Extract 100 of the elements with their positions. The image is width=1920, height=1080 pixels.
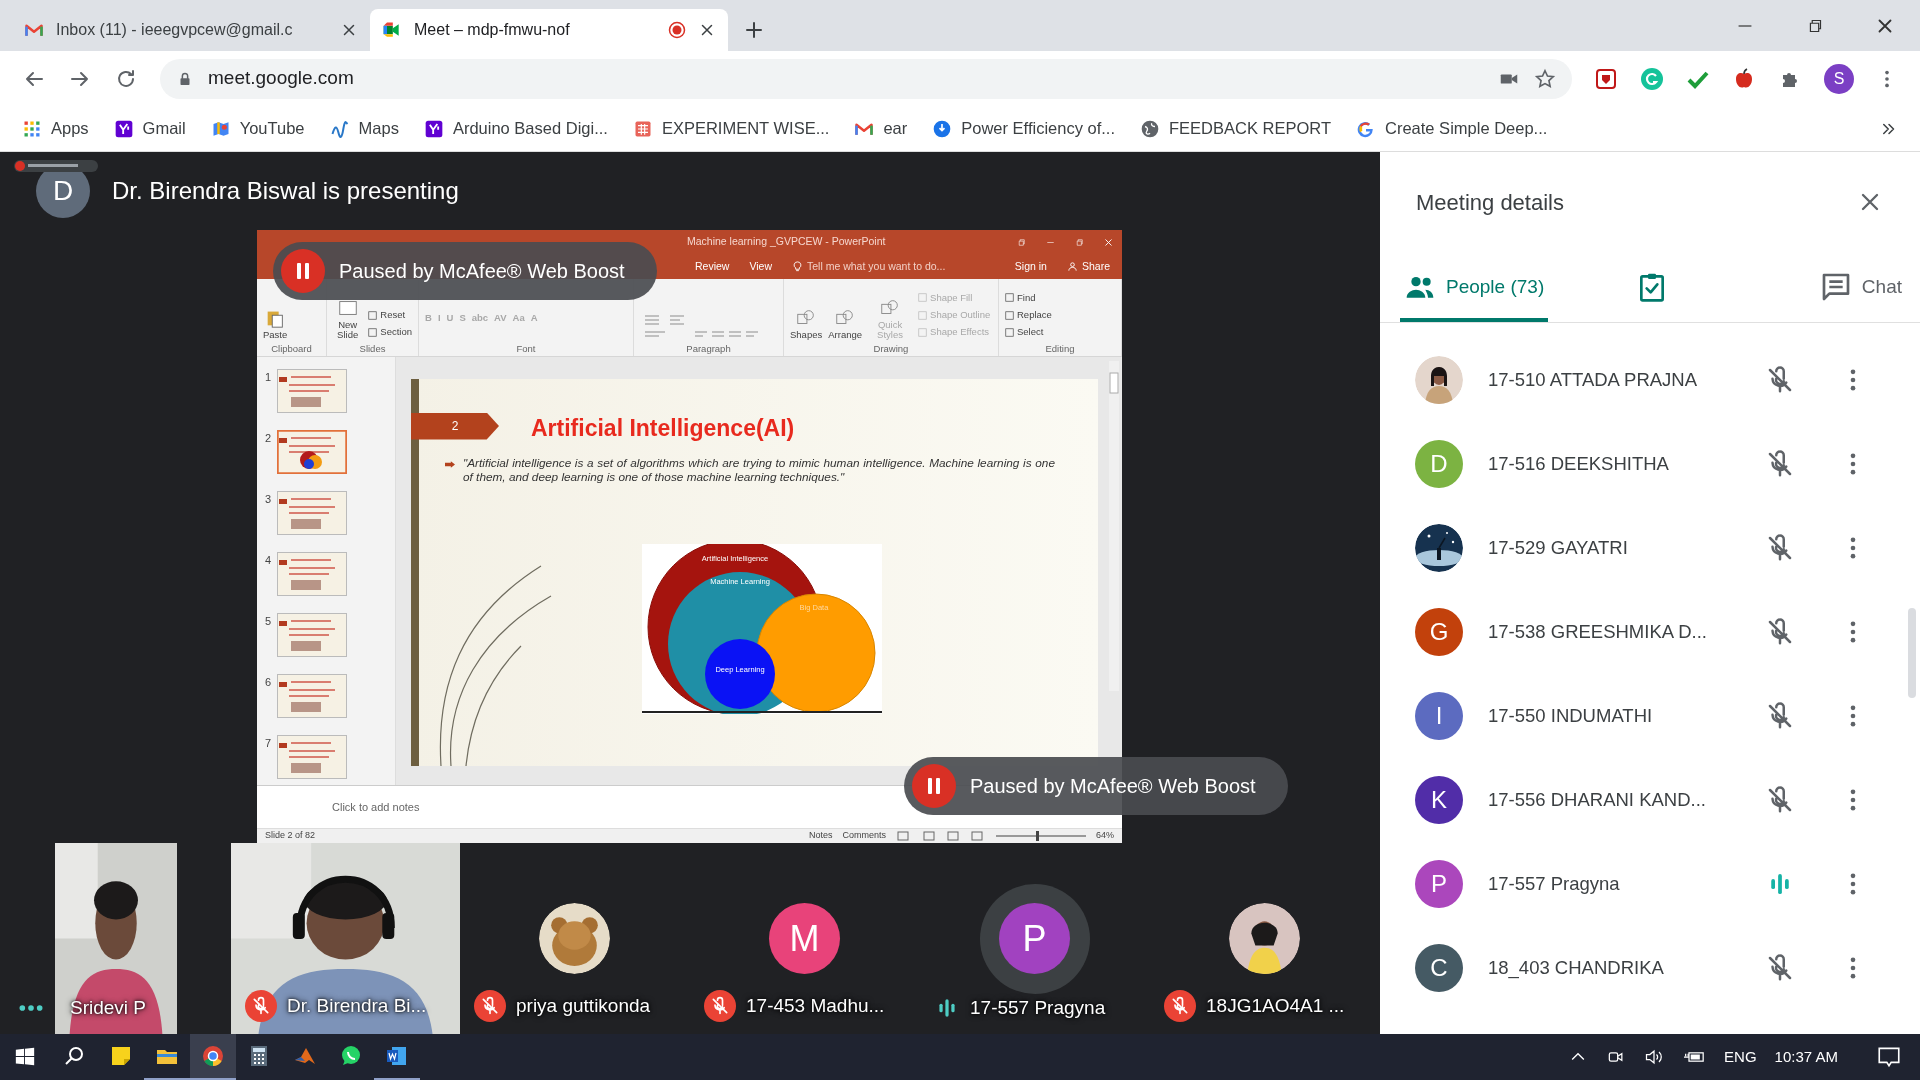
- bookmark-link[interactable]: Create Simple Deep...: [1385, 116, 1548, 141]
- bookmark-link[interactable]: EXPERIMENT WISE...: [661, 116, 830, 141]
- participant-avatar: G: [1415, 608, 1463, 656]
- ribbon-tab[interactable]: View: [749, 258, 772, 275]
- presenting-label: Dr. Birendra Biswal is presenting: [112, 176, 459, 206]
- bookmark-link[interactable]: Arduino Based Digi...: [452, 116, 608, 141]
- speaker-icon[interactable]: [1644, 1047, 1665, 1067]
- participant-name: 17-557 Pragyna: [1488, 872, 1621, 897]
- window-title: Machine learning _GVPCEW - PowerPoint: [687, 234, 886, 250]
- slide-number: 3: [265, 491, 272, 507]
- slide-thumbnail[interactable]: [277, 734, 348, 779]
- participant-name: 18JG1AO4A1 ...: [1206, 993, 1345, 1018]
- participant-avatar: C: [1415, 944, 1463, 992]
- ribbon-button[interactable]: Select: [1005, 325, 1052, 340]
- participant-avatar: D: [1415, 440, 1463, 488]
- address-bar[interactable]: meet.google.com: [160, 58, 1572, 99]
- ribbon-button[interactable]: Find: [1005, 290, 1052, 305]
- bookmark-link[interactable]: Apps: [51, 116, 89, 141]
- panel-tab[interactable]: Chat: [1815, 252, 1906, 322]
- participant-avatar: P: [1415, 860, 1463, 908]
- bookmark-icon: [932, 118, 953, 139]
- bookmark-link[interactable]: ear: [883, 116, 908, 141]
- pause-button[interactable]: [912, 764, 956, 808]
- slide-thumbnail[interactable]: [277, 490, 348, 535]
- participant-name: 17-510 ATTADA PRAJNA: [1488, 368, 1699, 393]
- browser-tab[interactable]: Meet – mdp-fmwu-nof: [370, 9, 728, 51]
- taskbar-button[interactable]: [190, 1034, 236, 1080]
- bookmark-link[interactable]: Maps: [358, 116, 399, 141]
- mic-off-icon: [1170, 996, 1190, 1016]
- ribbon-button[interactable]: Reset: [368, 308, 412, 323]
- shield-icon[interactable]: [1594, 66, 1618, 91]
- slide-quote: "Artificial intelligence is a set of algorithms which are trying to mimic human intelligence. Machine learning is one of them, and deep learning is one of those machine learning techniques.": [463, 455, 1055, 484]
- ribbon-button[interactable]: New Slide: [333, 296, 363, 340]
- ribbon-button[interactable]: Paste: [263, 306, 288, 340]
- bookmark-icon: [329, 118, 350, 139]
- document-icon[interactable]: [385, 1044, 409, 1068]
- zoom-level: 64%: [1096, 829, 1114, 843]
- slide-title: Artificial Intelligence(AI): [531, 413, 795, 443]
- lightbulb-icon: [792, 261, 803, 272]
- bookmark-link[interactable]: Power Efficiency of...: [961, 116, 1116, 141]
- clock-text[interactable]: 10:37 AM: [1774, 1045, 1838, 1069]
- participant-name: 17-453 Madhu...: [746, 993, 885, 1018]
- square-icon: [918, 310, 928, 320]
- comments-button[interactable]: Comments: [842, 829, 886, 843]
- slide-thumbnail[interactable]: [277, 551, 348, 596]
- chat-bubble-icon[interactable]: [339, 1044, 363, 1068]
- participant-name: Dr. Birendra Bi...: [287, 993, 427, 1018]
- slide-number-banner: 2: [411, 412, 499, 440]
- paused-notice: Paused by McAfee® Web Boost: [339, 259, 625, 284]
- participant-name: 17-550 INDUMATHI: [1488, 704, 1654, 729]
- mic-off-icon: [251, 996, 271, 1016]
- square-icon: [918, 327, 928, 337]
- slide-number: 6: [265, 674, 272, 690]
- ribbon-button[interactable]: Replace: [1005, 308, 1052, 323]
- star-icon[interactable]: [1534, 67, 1556, 90]
- slide-number: 5: [265, 613, 272, 629]
- square-icon: [1005, 310, 1014, 320]
- slide-thumbnail[interactable]: [277, 612, 348, 657]
- ribbon-button[interactable]: Section: [368, 325, 412, 340]
- slide-thumbnail[interactable]: [277, 429, 348, 474]
- bookmark-link[interactable]: YouTube: [239, 116, 305, 141]
- share-button[interactable]: Share: [1081, 258, 1110, 275]
- ribbon-button[interactable]: Shapes: [790, 306, 823, 340]
- ribbon-button[interactable]: Arrange: [828, 306, 863, 340]
- slide-number: 4: [265, 552, 272, 568]
- bullet-arrow-icon: [445, 460, 455, 468]
- windows-start-icon[interactable]: [14, 1046, 36, 1068]
- group-label: Drawing: [872, 341, 910, 356]
- bookmark-link[interactable]: Gmail: [142, 116, 186, 141]
- bookmark-link[interactable]: FEEDBACK REPORT: [1169, 116, 1331, 141]
- participant-name: 17-556 DHARANI KAND...: [1488, 788, 1707, 813]
- participant-name: priya guttikonda: [516, 993, 651, 1018]
- slide-number: 2: [265, 430, 272, 446]
- square-icon: [368, 327, 378, 337]
- slide-thumbnail[interactable]: [277, 368, 348, 413]
- profile-avatar[interactable]: S: [1824, 63, 1854, 94]
- tell-me-field[interactable]: Tell me what you want to do...: [807, 258, 946, 275]
- square-icon: [918, 293, 928, 303]
- sign-in-link[interactable]: Sign in: [1014, 258, 1047, 275]
- pause-button[interactable]: [281, 249, 325, 293]
- browser-tab[interactable]: Inbox (11) - ieeegvpcew@gmail.c: [12, 9, 370, 51]
- group-label: Slides: [358, 341, 387, 356]
- ribbon-tab[interactable]: Review: [695, 258, 730, 275]
- mic-off-icon: [480, 996, 500, 1016]
- slide-thumbnail[interactable]: [277, 673, 348, 718]
- language-indicator[interactable]: ENG: [1724, 1045, 1757, 1069]
- participant-name: 17-529 GAYATRI: [1488, 536, 1629, 561]
- sticky-note-icon[interactable]: [109, 1044, 133, 1068]
- notes-button[interactable]: Notes: [808, 829, 833, 843]
- mic-off-icon: [710, 996, 730, 1016]
- participant-name: 17-557 Pragyna: [970, 995, 1106, 1020]
- participant-name: 17-516 DEEKSHITHA: [1488, 452, 1670, 477]
- close-icon[interactable]: [1103, 236, 1114, 248]
- browser-icon[interactable]: [201, 1044, 225, 1068]
- participant-avatar: K: [1415, 776, 1463, 824]
- paused-notice: Paused by McAfee® Web Boost: [970, 774, 1256, 799]
- ribbon-display-icon[interactable]: [1016, 236, 1027, 248]
- panel-tab[interactable]: People (73): [1400, 252, 1549, 322]
- notes-placeholder[interactable]: Click to add notes: [332, 798, 420, 816]
- person-icon: [1066, 261, 1078, 272]
